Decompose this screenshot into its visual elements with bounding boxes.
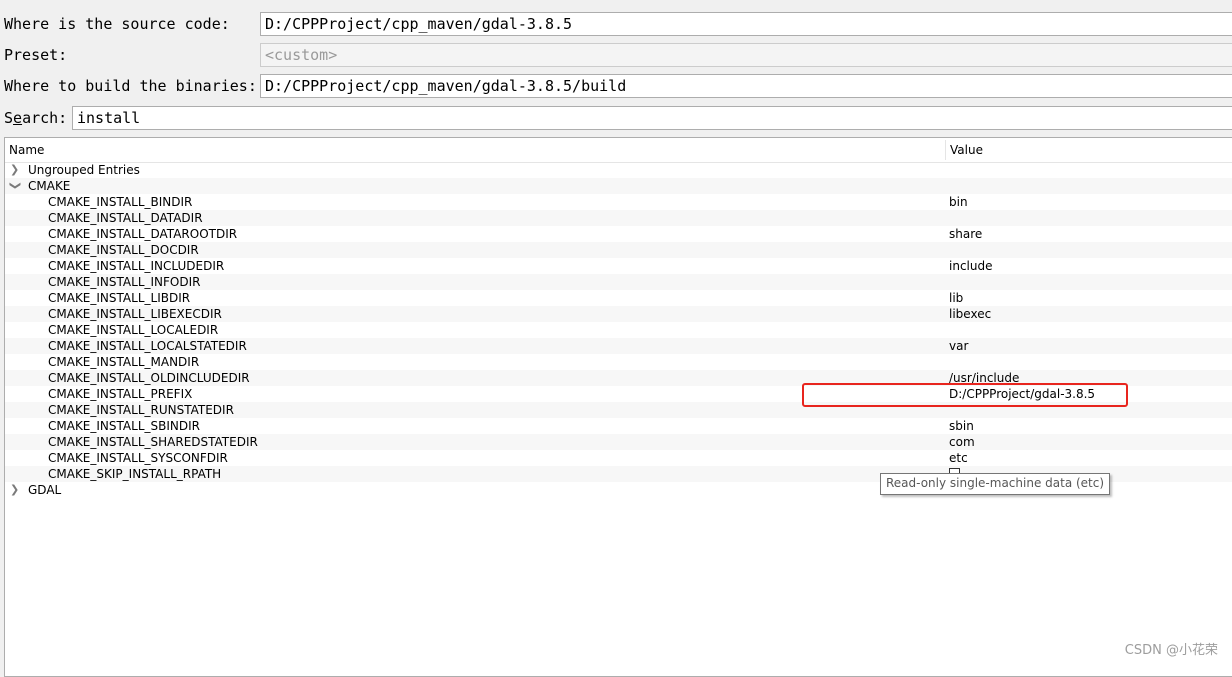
entry-name: CMAKE_INSTALL_SHAREDSTATEDIR <box>48 435 258 449</box>
build-path-input[interactable]: D:/CPPProject/cpp_maven/gdal-3.8.5/build <box>260 74 1232 98</box>
table-row[interactable]: CMAKE_INSTALL_DOCDIR <box>5 242 1232 258</box>
table-row[interactable]: CMAKE_INSTALL_LIBEXECDIR libexec <box>5 306 1232 322</box>
entry-name: CMAKE_INSTALL_LIBDIR <box>48 291 191 305</box>
entry-name: CMAKE_INSTALL_OLDINCLUDEDIR <box>48 371 250 385</box>
entry-name: CMAKE_INSTALL_MANDIR <box>48 355 200 369</box>
source-label: Where is the source code: <box>4 15 230 33</box>
table-row[interactable]: CMAKE_INSTALL_DATADIR <box>5 210 1232 226</box>
search-label: Search: <box>4 109 68 127</box>
entry-value[interactable]: libexec <box>949 306 991 322</box>
build-label: Where to build the binaries: <box>4 77 257 95</box>
cache-variables-tree[interactable]: Name Value ❯ Ungrouped Entries ❯ CMAKE C… <box>4 137 1232 677</box>
table-row[interactable]: CMAKE_INSTALL_SYSCONFDIR etc <box>5 450 1232 466</box>
column-divider[interactable] <box>945 140 946 160</box>
entry-name: CMAKE_INSTALL_INCLUDEDIR <box>48 259 225 273</box>
table-row[interactable]: CMAKE_INSTALL_LIBDIR lib <box>5 290 1232 306</box>
table-row[interactable]: CMAKE_INSTALL_BINDIR bin <box>5 194 1232 210</box>
entry-name: CMAKE_INSTALL_LOCALEDIR <box>48 323 219 337</box>
entry-value[interactable]: lib <box>949 290 963 306</box>
entry-name: CMAKE_INSTALL_DATAROOTDIR <box>48 227 238 241</box>
preset-label: Preset: <box>4 46 68 64</box>
preset-select: <custom> <box>260 43 1232 67</box>
entry-name: CMAKE_INSTALL_LIBEXECDIR <box>48 307 222 321</box>
entry-name: CMAKE_INSTALL_LOCALSTATEDIR <box>48 339 247 353</box>
column-header-name[interactable]: Name <box>9 143 44 157</box>
highlight-box <box>802 383 1128 407</box>
entry-name: CMAKE_INSTALL_RUNSTATEDIR <box>48 403 234 417</box>
entry-name: CMAKE_INSTALL_DATADIR <box>48 211 203 225</box>
group-label: Ungrouped Entries <box>28 163 140 177</box>
tree-header: Name Value <box>5 138 1232 163</box>
entry-value[interactable]: etc <box>949 450 968 466</box>
table-row[interactable]: CMAKE_INSTALL_SHAREDSTATEDIR com <box>5 434 1232 450</box>
search-input[interactable]: install <box>72 106 1232 130</box>
group-label: CMAKE <box>28 179 71 193</box>
table-row[interactable]: CMAKE_INSTALL_INCLUDEDIR include <box>5 258 1232 274</box>
entry-value[interactable]: bin <box>949 194 968 210</box>
entry-name: CMAKE_INSTALL_INFODIR <box>48 275 201 289</box>
entry-name: CMAKE_INSTALL_PREFIX <box>48 387 193 401</box>
table-row[interactable]: CMAKE_INSTALL_DATAROOTDIR share <box>5 226 1232 242</box>
entry-name: CMAKE_INSTALL_BINDIR <box>48 195 193 209</box>
entry-value[interactable]: include <box>949 258 992 274</box>
entry-value[interactable]: share <box>949 226 982 242</box>
chevron-right-icon[interactable]: ❯ <box>10 482 20 498</box>
entry-name: CMAKE_INSTALL_SBINDIR <box>48 419 200 433</box>
entry-name: CMAKE_INSTALL_DOCDIR <box>48 243 199 257</box>
table-row[interactable]: CMAKE_INSTALL_LOCALSTATEDIR var <box>5 338 1232 354</box>
entry-name: CMAKE_INSTALL_SYSCONFDIR <box>48 451 228 465</box>
table-row[interactable]: CMAKE_INSTALL_LOCALEDIR <box>5 322 1232 338</box>
table-row[interactable]: CMAKE_INSTALL_SBINDIR sbin <box>5 418 1232 434</box>
table-row[interactable]: CMAKE_INSTALL_MANDIR <box>5 354 1232 370</box>
group-row-cmake[interactable]: ❯ CMAKE <box>5 178 1232 194</box>
chevron-right-icon[interactable]: ❯ <box>10 162 20 178</box>
column-header-value[interactable]: Value <box>950 143 983 157</box>
source-path-input[interactable]: D:/CPPProject/cpp_maven/gdal-3.8.5 <box>260 12 1232 36</box>
chevron-down-icon[interactable]: ❯ <box>7 181 23 191</box>
group-row-ungrouped[interactable]: ❯ Ungrouped Entries <box>5 162 1232 178</box>
table-row[interactable]: CMAKE_INSTALL_INFODIR <box>5 274 1232 290</box>
tooltip: Read-only single-machine data (etc) <box>880 473 1111 495</box>
entry-value[interactable]: var <box>949 338 968 354</box>
entry-name: CMAKE_SKIP_INSTALL_RPATH <box>48 467 222 481</box>
entry-value[interactable]: sbin <box>949 418 974 434</box>
entry-value[interactable]: com <box>949 434 975 450</box>
watermark: CSDN @小花荣 <box>1124 643 1218 658</box>
group-label: GDAL <box>28 483 62 497</box>
